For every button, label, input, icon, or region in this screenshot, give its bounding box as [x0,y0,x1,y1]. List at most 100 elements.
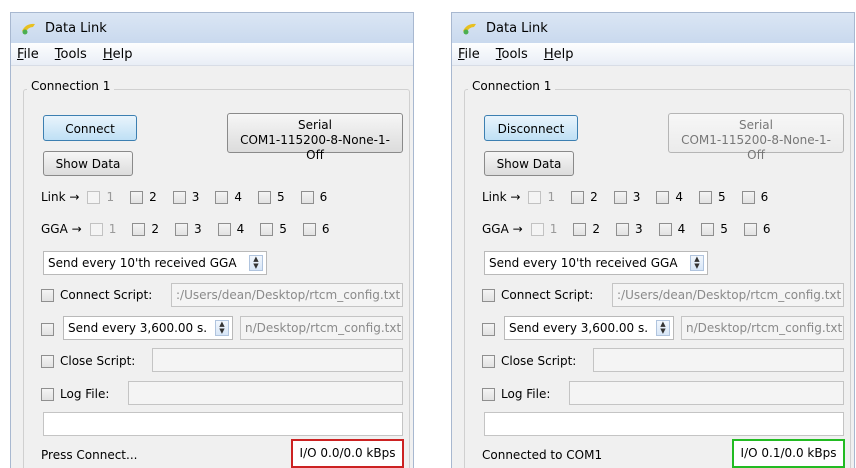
connection-group-label: Connection 1 [468,79,556,93]
spinner-arrows-icon[interactable]: ▲ ▼ [690,255,704,271]
serial-settings-button[interactable]: Serial COM1-115200-8-None-1-Off [227,113,403,162]
log-file-row: Log File: [482,385,550,403]
show-data-button[interactable]: Show Data [484,151,574,176]
gga-num-4: 4 [236,222,245,236]
link-num-6: 6 [760,190,769,204]
gga-checkbox-6[interactable] [743,222,757,236]
link-checkbox-2[interactable] [571,190,585,204]
gga-checkbox-3[interactable] [174,222,188,236]
link-num-5: 5 [277,190,285,204]
gga-row: GGA → 1 2 3 4 5 6 [482,220,787,238]
link-num-4: 4 [675,190,684,204]
serial-config: COM1-115200-8-None-1-Off [240,133,390,162]
menu-tools[interactable]: Tools [496,47,528,62]
link-checkbox-5[interactable] [699,190,713,204]
menu-file[interactable]: File [458,47,480,62]
close-script-input[interactable] [152,348,403,372]
gga-num-3: 3 [193,222,202,236]
log-file-input[interactable] [128,381,403,405]
gga-num-5: 5 [279,222,287,236]
link-checkbox-2[interactable] [130,190,144,204]
log-file-row: Log File: [41,385,109,403]
connect-script-label: Connect Script: [501,288,594,302]
gga-num-1: 1 [108,222,117,236]
link-checkbox-6[interactable] [741,190,755,204]
show-data-button[interactable]: Show Data [43,151,133,176]
connect-script-checkbox[interactable] [41,288,54,302]
send-every-path-input[interactable]: n/Desktop/rtcm_config.txt [240,316,403,340]
gga-checkbox-3[interactable] [615,222,629,236]
title-bar: Data Link [11,13,413,43]
disconnect-button[interactable]: Disconnect [484,115,578,141]
serial-settings-button: Serial COM1-115200-8-None-1-Off [668,113,844,162]
send-gga-spinbox[interactable]: Send every 10'th received GGA ▲ ▼ [484,251,708,275]
log-file-label: Log File: [501,387,551,401]
io-rate-indicator: I/O 0.0/0.0 kBps [291,439,404,468]
serial-label: Serial [739,118,773,132]
gga-checkbox-4[interactable] [658,222,672,236]
gga-checkbox-4[interactable] [217,222,231,236]
link-checkbox-5[interactable] [258,190,272,204]
link-num-2: 2 [590,190,598,204]
log-file-checkbox[interactable] [41,387,54,401]
link-num-1: 1 [547,190,556,204]
message-field[interactable] [43,412,403,436]
link-checkbox-1 [528,190,542,204]
send-every-spinbox[interactable]: Send every 3,600.00 s. ▲ ▼ [63,316,233,340]
link-label: Link → [41,190,80,204]
link-checkbox-4[interactable] [656,190,670,204]
link-num-5: 5 [718,190,726,204]
gga-checkbox-2[interactable] [573,222,587,236]
connect-button[interactable]: Connect [43,115,137,141]
menu-help[interactable]: Help [103,47,133,62]
menu-file[interactable]: File [17,47,39,62]
link-row: Link → 1 2 3 4 5 6 [482,188,784,206]
send-every-checkbox[interactable] [482,322,495,336]
gga-checkbox-5[interactable] [260,222,274,236]
connect-script-path-input[interactable]: :/Users/dean/Desktop/rtcm_config.txt [612,283,844,307]
menu-tools[interactable]: Tools [55,47,87,62]
message-field[interactable] [484,412,844,436]
send-every-spinbox[interactable]: Send every 3,600.00 s. ▲ ▼ [504,316,674,340]
send-every-path-input[interactable]: n/Desktop/rtcm_config.txt [681,316,844,340]
link-checkbox-3[interactable] [172,190,186,204]
send-every-text: Send every 3,600.00 s. [68,321,208,335]
send-every-text: Send every 3,600.00 s. [509,321,649,335]
link-num-6: 6 [319,190,328,204]
gga-row: GGA → 1 2 3 4 5 6 [41,220,346,238]
link-checkbox-4[interactable] [215,190,229,204]
connect-script-checkbox[interactable] [482,288,495,302]
serial-label: Serial [298,118,332,132]
gga-num-1: 1 [549,222,558,236]
gga-checkbox-6[interactable] [302,222,316,236]
spinner-arrows-icon[interactable]: ▲ ▼ [656,320,670,336]
close-script-input[interactable] [593,348,844,372]
log-file-input[interactable] [569,381,844,405]
send-every-checkbox[interactable] [41,322,54,336]
link-checkbox-6[interactable] [300,190,314,204]
gga-label: GGA → [41,222,82,236]
link-checkbox-3[interactable] [613,190,627,204]
gga-checkbox-2[interactable] [132,222,146,236]
window-title: Data Link [45,20,107,36]
close-script-row: Close Script: [482,352,576,370]
gga-num-6: 6 [762,222,771,236]
close-script-checkbox[interactable] [482,354,495,368]
menu-help[interactable]: Help [544,47,574,62]
connect-script-path-input[interactable]: :/Users/dean/Desktop/rtcm_config.txt [171,283,403,307]
gga-checkbox-1 [89,222,103,236]
close-script-checkbox[interactable] [41,354,54,368]
spinner-arrows-icon[interactable]: ▲ ▼ [215,320,229,336]
data-link-window-left: Data Link File Tools Help Connection 1 C… [10,12,414,468]
send-every-row [41,320,60,338]
link-checkbox-1 [87,190,101,204]
send-gga-spinbox[interactable]: Send every 10'th received GGA ▲ ▼ [43,251,267,275]
gga-num-5: 5 [720,222,728,236]
gga-num-2: 2 [151,222,159,236]
spinner-arrows-icon[interactable]: ▲ ▼ [249,255,263,271]
log-file-checkbox[interactable] [482,387,495,401]
link-label: Link → [482,190,521,204]
status-text: Connected to COM1 [482,448,603,462]
gga-checkbox-5[interactable] [701,222,715,236]
connection-group-label: Connection 1 [27,79,115,93]
